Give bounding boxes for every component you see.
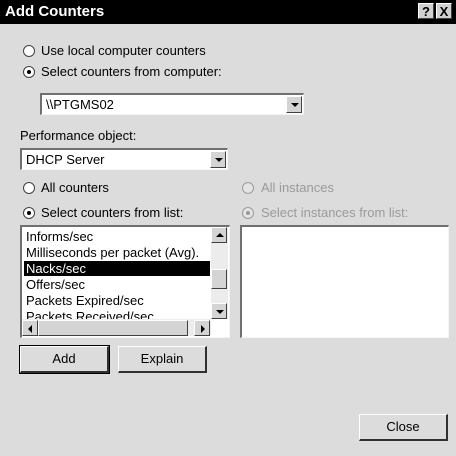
use-local-counters-radio[interactable] xyxy=(23,45,35,57)
performance-object-label: Performance object: xyxy=(20,128,137,143)
select-from-computer-label[interactable]: Select counters from computer: xyxy=(41,64,222,79)
chevron-down-icon xyxy=(291,103,299,107)
horizontal-scroll-thumb[interactable] xyxy=(38,320,188,336)
add-button[interactable]: Add xyxy=(19,345,110,374)
computer-dropdown-button[interactable] xyxy=(286,96,302,113)
arrow-left-icon xyxy=(28,325,32,333)
select-counters-from-list-label[interactable]: Select counters from list: xyxy=(41,205,183,220)
scroll-right-button[interactable] xyxy=(194,320,210,336)
arrow-down-icon xyxy=(216,310,224,314)
counters-listbox[interactable]: Informs/sec Milliseconds per packet (Avg… xyxy=(20,225,230,338)
title-bar[interactable]: Add Counters ? X xyxy=(0,0,456,24)
close-button[interactable]: Close xyxy=(359,414,448,441)
scroll-up-button[interactable] xyxy=(211,227,227,243)
performance-object-combobox[interactable]: DHCP Server xyxy=(20,148,228,170)
add-counters-dialog: Add Counters ? X Use local computer coun… xyxy=(0,0,456,456)
vertical-scroll-thumb[interactable] xyxy=(211,269,227,289)
performance-object-value: DHCP Server xyxy=(26,152,105,167)
list-item-selected[interactable]: Nacks/sec xyxy=(24,261,210,276)
scroll-left-button[interactable] xyxy=(22,320,38,336)
list-item[interactable]: Offers/sec xyxy=(24,277,210,292)
all-instances-label[interactable]: All instances xyxy=(261,180,334,195)
instances-listbox[interactable] xyxy=(240,225,449,338)
chevron-down-icon xyxy=(215,158,223,162)
computer-value: \\PTGMS02 xyxy=(46,97,114,112)
list-item[interactable]: Informs/sec xyxy=(24,229,210,244)
use-local-counters-label[interactable]: Use local computer counters xyxy=(41,43,206,58)
arrow-right-icon xyxy=(201,325,205,333)
computer-combobox[interactable]: \\PTGMS02 xyxy=(40,93,304,115)
all-counters-label[interactable]: All counters xyxy=(41,180,109,195)
select-from-computer-radio[interactable] xyxy=(23,66,35,78)
list-item[interactable]: Packets Expired/sec xyxy=(24,293,210,308)
help-button[interactable]: ? xyxy=(418,3,434,19)
performance-object-dropdown-button[interactable] xyxy=(210,151,226,168)
select-instances-from-list-radio[interactable] xyxy=(242,207,254,219)
scroll-down-button[interactable] xyxy=(211,303,227,319)
arrow-up-icon xyxy=(216,233,224,237)
all-instances-radio[interactable] xyxy=(242,182,254,194)
all-counters-radio[interactable] xyxy=(23,182,35,194)
close-window-button[interactable]: X xyxy=(436,3,452,19)
explain-button[interactable]: Explain xyxy=(118,346,207,373)
list-item[interactable]: Milliseconds per packet (Avg). xyxy=(24,245,210,260)
window-title: Add Counters xyxy=(5,3,105,20)
select-counters-from-list-radio[interactable] xyxy=(23,207,35,219)
select-instances-from-list-label[interactable]: Select instances from list: xyxy=(261,205,408,220)
